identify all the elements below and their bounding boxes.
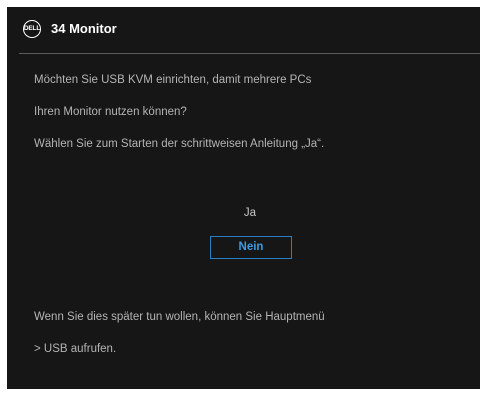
dell-logo: DELL xyxy=(23,20,41,38)
monitor-title: 34 Monitor xyxy=(51,21,117,36)
header-divider xyxy=(19,53,480,54)
message-line-1: Möchten Sie USB KVM einrichten, damit me… xyxy=(34,74,312,86)
yes-option[interactable]: Ja xyxy=(210,205,290,221)
dell-logo-text: DELL xyxy=(23,24,41,32)
osd-header: DELL 34 Monitor xyxy=(7,7,480,54)
footer-line-2: > USB aufrufen. xyxy=(34,343,117,355)
message-line-2: Ihren Monitor nutzen können? xyxy=(34,106,187,118)
message-line-3: Wählen Sie zum Starten der schrittweisen… xyxy=(34,138,325,150)
footer-line-1: Wenn Sie dies später tun wollen, können … xyxy=(34,311,325,323)
no-option[interactable]: Nein xyxy=(210,236,292,259)
osd-dialog: DELL 34 Monitor Möchten Sie USB KVM einr… xyxy=(7,7,480,389)
